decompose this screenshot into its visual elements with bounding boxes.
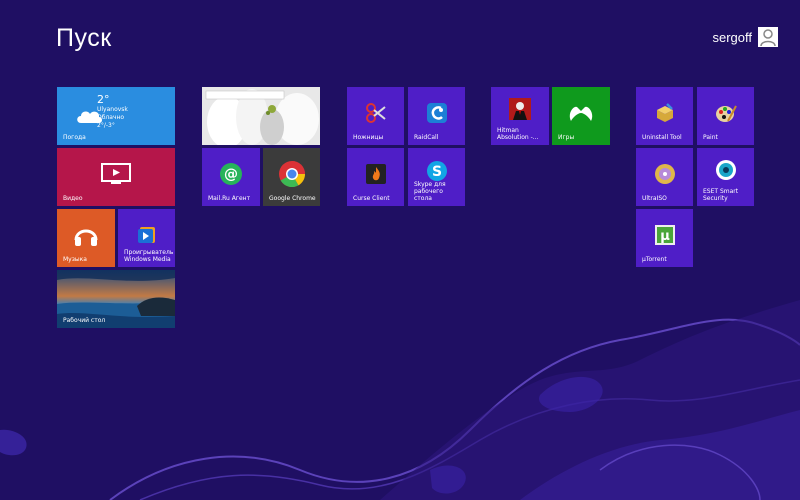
tile-label: Paint [703,134,718,141]
tile-scissors[interactable]: Ножницы [347,87,404,145]
start-title: Пуск [56,24,112,52]
tile-label: Погода [63,134,86,141]
mailru-agent-icon: @ [219,162,243,186]
tile-desktop[interactable]: Рабочий стол [57,270,175,328]
hitman-icon [509,98,531,121]
scissors-icon [365,102,387,124]
tile-video[interactable]: Видео [57,148,175,206]
tile-label: Видео [63,195,83,202]
weather-condition: Облачно [97,114,125,121]
tile-media-player[interactable]: Проигрыватель Windows Media [118,209,175,267]
tile-music[interactable]: Музыка [57,209,115,267]
tile-hitman[interactable]: Hitman Absolution -... [491,87,549,145]
headphones-icon [73,222,99,248]
tile-label: Проигрыватель Windows Media [124,249,174,263]
tile-ultraiso[interactable]: UltraISO [636,148,693,206]
tile-label: Hitman Absolution -... [497,127,539,141]
tile-label: Ножницы [353,134,384,141]
tile-label: Игры [558,134,575,141]
tile-games[interactable]: Игры [552,87,610,145]
tile-raidcall[interactable]: RaidCall [408,87,465,145]
tile-label: Google Chrome [269,195,316,202]
user-account[interactable]: sergoff [712,27,778,47]
weather-range: 2°/-3° [97,122,115,129]
user-name: sergoff [712,29,752,45]
svg-text:µ: µ [660,229,670,244]
tile-label: Skype для рабочего стола [414,181,446,202]
tile-label: Curse Client [353,195,390,202]
svg-text:S: S [431,164,441,180]
weather-city: Ulyanovsk [97,106,128,113]
xbox-games-icon [568,103,594,123]
user-avatar-icon [758,27,778,47]
tile-utorrent[interactable]: µ µTorrent [636,209,693,267]
tile-uninstall[interactable]: Uninstall Tool [636,87,693,145]
tile-weather[interactable]: 2° Ulyanovsk Облачно 2°/-3° Погода [57,87,175,145]
tile-label: Uninstall Tool [642,134,682,141]
weather-temp: 2° [97,93,110,106]
paint-icon [715,102,737,124]
tile-label: Рабочий стол [63,317,106,324]
tile-label: UltraISO [642,195,667,202]
tile-paint[interactable]: Paint [697,87,754,145]
skype-icon: S [426,160,448,182]
tile-label: Музыка [63,256,87,263]
tile-label: µTorrent [642,256,667,263]
tile-eset[interactable]: ESET Smart Security [697,148,754,206]
eset-icon [715,159,737,181]
utorrent-icon: µ [654,224,676,246]
tile-mailru[interactable]: @ Mail.Ru Агент [202,148,260,206]
video-icon [101,162,131,185]
tile-skype[interactable]: S Skype для рабочего стола [408,148,465,206]
tile-chrome[interactable]: Google Chrome [263,148,320,206]
ultraiso-icon [654,163,676,185]
raidcall-icon [426,102,448,124]
tile-curse[interactable]: Curse Client [347,148,404,206]
photo-image [202,87,320,145]
chrome-icon [278,160,306,188]
uninstall-tool-icon [654,102,676,124]
tile-photos[interactable] [202,87,320,145]
curse-icon [365,163,387,185]
tile-label: RaidCall [414,134,439,141]
tile-label: Mail.Ru Агент [208,195,251,202]
tile-label: ESET Smart Security [703,188,739,202]
svg-text:@: @ [224,166,238,182]
media-player-icon [137,225,157,245]
